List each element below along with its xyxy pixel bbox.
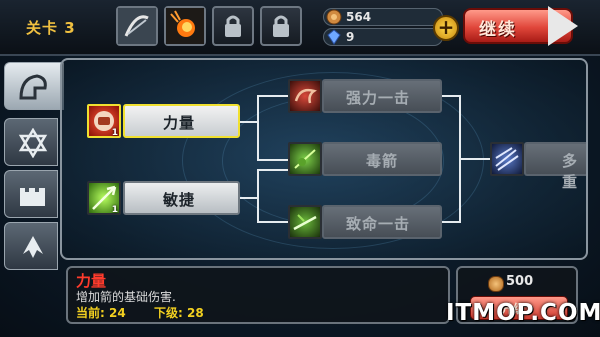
coin-icon	[488, 276, 504, 292]
poison-arrow-icon	[294, 149, 316, 169]
skill-node-poison-arrow[interactable]: 毒箭	[322, 142, 442, 176]
skill-node-power-strike[interactable]: 强力一击	[322, 79, 442, 113]
winged-emblem-icon	[23, 236, 43, 258]
top-bar: 关卡 3 564 9 + 继续	[0, 0, 600, 56]
skill-icon-multi-shot[interactable]	[490, 142, 524, 176]
game-screen: 关卡 3 564 9 + 继续 1 力量 1 敏捷 强力一击 毒箭 致命一击 多…	[0, 0, 600, 337]
continue-label: 继续	[479, 20, 517, 40]
red-swirl-icon	[294, 88, 317, 104]
gem-icon	[327, 29, 341, 45]
skill-label: 力量	[163, 114, 196, 132]
skill-rank: 1	[111, 205, 118, 215]
skill-label: 强力一击	[346, 89, 411, 107]
current-level-stat: 当前: 24	[76, 306, 126, 320]
lock-icon	[225, 15, 241, 37]
add-currency-button[interactable]: +	[433, 15, 459, 41]
level-label: 关卡 3	[26, 19, 76, 37]
gem-counter: 9	[323, 28, 443, 46]
tab-archery[interactable]	[4, 62, 64, 110]
skill-node-multi-shot[interactable]: 多重	[524, 142, 586, 191]
skill-icon-strength[interactable]: 1	[87, 104, 121, 138]
coin-counter: 564	[323, 8, 443, 26]
coin-icon	[326, 9, 342, 25]
skill-label: 毒箭	[366, 152, 399, 170]
ability-slot-locked-2[interactable]	[260, 6, 302, 46]
skill-icon-agility[interactable]: 1	[87, 181, 121, 215]
skill-icon-poison-arrow[interactable]	[288, 142, 322, 176]
ability-slot-bow[interactable]	[116, 6, 158, 46]
star-of-david-icon	[18, 128, 48, 158]
skill-icon-deadly-strike[interactable]	[288, 205, 322, 239]
skill-label: 致命一击	[346, 215, 411, 233]
skill-node-deadly-strike[interactable]: 致命一击	[322, 205, 442, 239]
ability-slot-fireball[interactable]	[164, 6, 206, 46]
tab-fortress[interactable]	[4, 170, 58, 218]
ability-slot-locked-1[interactable]	[212, 6, 254, 46]
continue-arrow-icon[interactable]	[548, 6, 578, 46]
skill-label: 多重	[562, 152, 579, 191]
critical-strike-icon	[293, 214, 317, 231]
skill-info-panel: 力量 增加箭的基础伤害. 当前: 24 下级: 28	[66, 266, 450, 324]
skill-label: 敏捷	[163, 191, 196, 209]
tab-wings[interactable]	[4, 222, 58, 270]
helmet-icon	[19, 74, 47, 100]
bow-slash-icon	[118, 8, 156, 44]
site-watermark: ITMOP.COM	[446, 300, 600, 326]
tab-star[interactable]	[4, 118, 58, 166]
skill-rank: 1	[111, 128, 118, 138]
lock-icon	[273, 15, 289, 37]
skill-info-description: 增加箭的基础伤害.	[76, 290, 176, 304]
skill-icon-power-strike[interactable]	[288, 79, 322, 113]
castle-wall-icon	[20, 188, 45, 206]
upgrade-cost: 500	[506, 274, 534, 289]
fireball-icon	[166, 8, 204, 44]
skill-node-strength[interactable]: 力量	[123, 104, 240, 138]
multi-arrow-icon	[495, 147, 519, 171]
skill-node-agility[interactable]: 敏捷	[123, 181, 240, 215]
next-level-stat: 下级: 28	[154, 306, 204, 320]
gem-value: 9	[346, 30, 355, 44]
coin-value: 564	[346, 10, 372, 24]
